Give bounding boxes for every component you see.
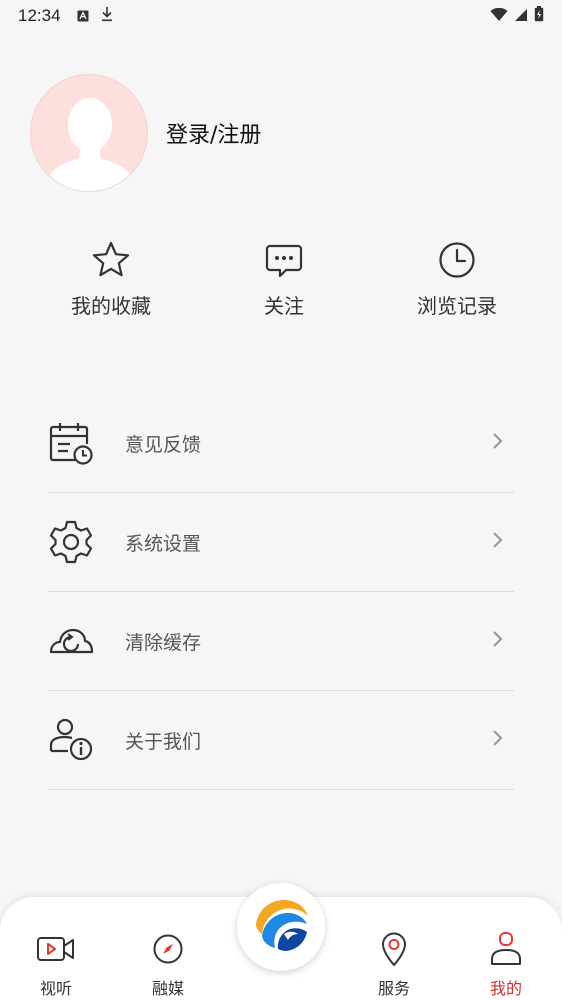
settings-menu: 意见反馈 系统设置 清除缓存 关于我们 [48,394,514,790]
menu-item-settings[interactable]: 系统设置 [48,493,514,592]
calendar-clock-icon [48,420,94,466]
menu-label: 清除缓存 [125,631,202,654]
star-icon [91,236,131,284]
chevron-right-icon [492,531,504,553]
chevron-right-icon [492,729,504,751]
center-home-button[interactable] [237,883,325,971]
menu-item-clear-cache[interactable]: 清除缓存 [48,592,514,691]
clock-icon [437,236,477,284]
favorites-button[interactable]: 我的收藏 [41,236,181,319]
favorites-label: 我的收藏 [71,294,151,318]
tab-audiovisual[interactable]: 视听 [26,929,86,999]
tab-services[interactable]: 服务 [364,929,424,999]
login-register-link[interactable]: 登录/注册 [166,117,261,149]
chevron-right-icon [492,432,504,454]
avatar[interactable] [30,74,148,192]
history-button[interactable]: 浏览记录 [387,236,527,319]
follow-label: 关注 [264,294,304,318]
status-bar: 12:34 [0,0,562,32]
tab-label: 融媒 [151,979,184,998]
user-info-icon [48,717,94,763]
tab-label: 视听 [39,979,72,998]
video-icon [36,929,76,969]
quick-actions: 我的收藏 关注 浏览记录 [0,236,562,326]
battery-charging-icon [534,6,544,26]
gear-icon [48,519,94,565]
cloud-refresh-icon [48,618,94,664]
app-logo-icon [250,894,312,960]
tab-mine[interactable]: 我的 [476,929,536,999]
chevron-right-icon [492,630,504,652]
profile-header[interactable]: 登录/注册 [30,74,261,192]
tab-label: 服务 [377,979,410,998]
menu-item-feedback[interactable]: 意见反馈 [48,394,514,493]
font-icon [77,7,89,26]
tab-label: 我的 [489,979,522,998]
menu-item-about[interactable]: 关于我们 [48,691,514,790]
wifi-icon [490,7,508,26]
compass-icon [152,929,184,969]
tab-media[interactable]: 融媒 [138,929,198,999]
signal-icon [514,7,528,26]
status-time: 12:34 [18,6,61,25]
history-label: 浏览记录 [417,294,497,318]
menu-label: 关于我们 [125,730,202,753]
default-avatar-icon [41,98,139,191]
user-icon [489,929,523,969]
chat-bubble-icon [264,236,304,284]
menu-label: 系统设置 [125,532,202,555]
location-pin-icon [380,929,408,969]
menu-label: 意见反馈 [125,433,202,456]
follow-button[interactable]: 关注 [214,236,354,319]
download-icon [101,6,113,26]
